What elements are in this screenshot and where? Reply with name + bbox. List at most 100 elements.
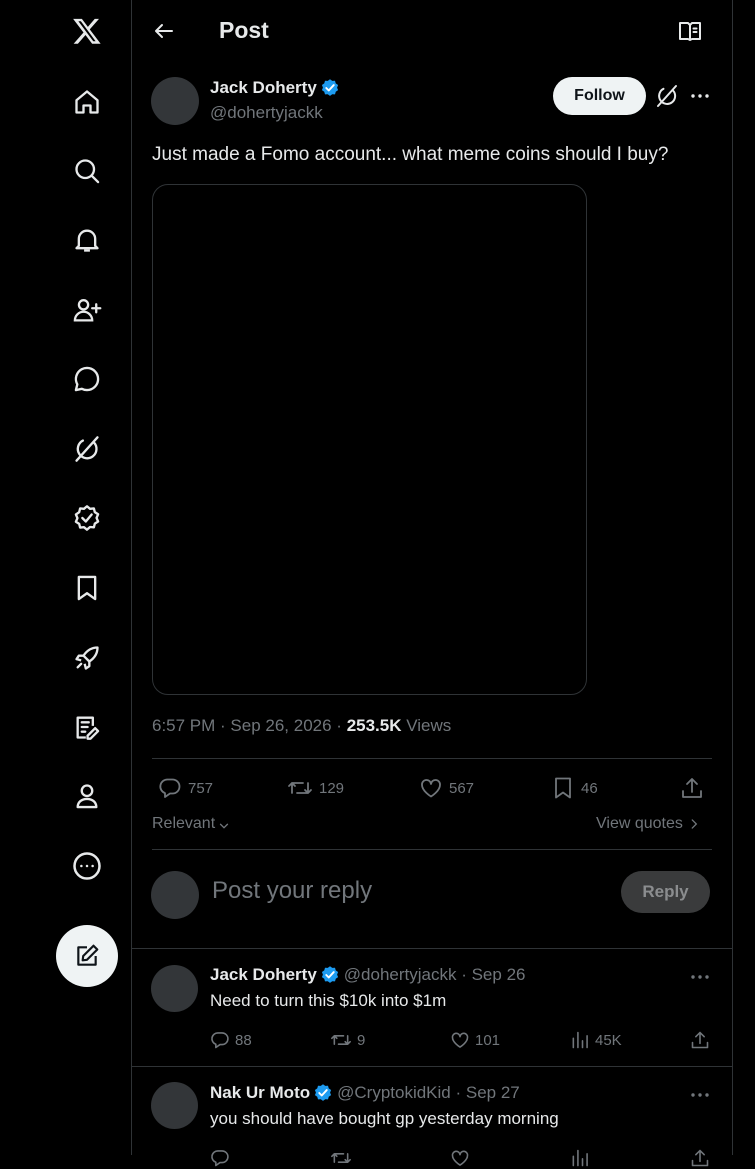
reader-mode-icon[interactable]	[678, 19, 702, 43]
bookmark-count: 46	[581, 779, 598, 797]
post-column: Post Jack Doherty @dohertyjackk Follow J…	[131, 0, 733, 1167]
view-quotes-label: View quotes	[596, 815, 683, 832]
repost-stat-button[interactable]	[330, 1147, 357, 1169]
home-icon[interactable]	[71, 86, 103, 118]
sidebar-nav	[0, 0, 131, 1155]
sort-label: Relevant	[152, 815, 216, 832]
rocket-icon[interactable]	[71, 642, 103, 674]
author-row: Jack Doherty	[210, 78, 340, 98]
divider	[152, 849, 712, 850]
verified-icon	[320, 78, 340, 98]
repost-icon	[288, 782, 312, 794]
back-arrow-icon[interactable]	[152, 19, 176, 43]
like-count: 567	[449, 779, 475, 797]
heart-icon	[421, 779, 441, 798]
bookmark-icon	[555, 777, 571, 799]
like-count: 101	[475, 1031, 501, 1049]
analytics-icon	[572, 1031, 588, 1049]
reply-author-name[interactable]: Jack Doherty	[210, 965, 317, 985]
more-icon[interactable]	[688, 84, 712, 108]
views-label: Views	[406, 716, 452, 735]
more-options-icon[interactable]	[71, 850, 103, 882]
repost-stat-button[interactable]: 129	[287, 776, 344, 800]
reply-header: Nak Ur Moto @CryptokidKid · Sep 27	[210, 1083, 520, 1103]
reply-stat-button[interactable]: 757	[158, 776, 213, 800]
reply-avatar[interactable]	[151, 965, 198, 1012]
post-date[interactable]: Sep 26, 2026	[230, 716, 331, 735]
author-name[interactable]: Jack Doherty	[210, 78, 317, 98]
like-stat-button[interactable]: 101	[450, 1029, 500, 1051]
divider	[132, 1066, 732, 1067]
reply-date[interactable]: Sep 27	[466, 1083, 520, 1103]
share-button[interactable]	[690, 1147, 715, 1169]
repost-stat-button[interactable]: 9	[330, 1029, 365, 1051]
page-title: Post	[219, 17, 269, 43]
share-icon	[691, 1031, 709, 1049]
reply-header: Jack Doherty @dohertyjackk · Sep 26	[210, 965, 526, 985]
reply-count: 88	[235, 1031, 252, 1049]
grok-icon[interactable]	[655, 84, 679, 108]
follow-button[interactable]: Follow	[553, 77, 646, 115]
like-stat-button[interactable]: 567	[419, 776, 474, 800]
view-quotes-link[interactable]: View quotes	[596, 815, 701, 833]
verified-orgs-icon[interactable]	[71, 502, 103, 534]
post-time[interactable]: 6:57 PM	[152, 716, 215, 735]
more-icon[interactable]	[688, 965, 712, 989]
bookmarks-icon[interactable]	[71, 572, 103, 604]
author-avatar[interactable]	[151, 77, 199, 125]
share-icon	[691, 1149, 709, 1167]
repost-icon	[331, 1153, 351, 1163]
post-text: Just made a Fomo account... what meme co…	[152, 144, 669, 165]
user-avatar[interactable]	[151, 871, 199, 919]
follow-icon[interactable]	[71, 294, 103, 326]
post-media[interactable]	[152, 184, 587, 695]
reply-button[interactable]: Reply	[621, 871, 710, 913]
lists-icon[interactable]	[71, 711, 103, 743]
reply-stat-button[interactable]	[210, 1147, 235, 1169]
reply-author-handle[interactable]: @CryptokidKid	[337, 1083, 451, 1103]
repost-icon	[331, 1035, 351, 1045]
like-stat-button[interactable]	[450, 1147, 475, 1169]
page-header: Post	[132, 0, 732, 62]
reply-input[interactable]: Post your reply	[212, 877, 372, 905]
x-logo-icon[interactable]	[71, 15, 103, 47]
repost-count: 9	[357, 1031, 366, 1049]
notifications-icon[interactable]	[71, 224, 103, 256]
reply-icon	[211, 1150, 229, 1167]
share-button[interactable]	[680, 776, 710, 800]
heart-icon	[451, 1032, 469, 1048]
compose-icon	[77, 944, 99, 966]
messages-icon[interactable]	[71, 363, 103, 395]
search-icon[interactable]	[71, 155, 103, 187]
reply-author-handle[interactable]: @dohertyjackk	[344, 965, 457, 985]
verified-icon	[313, 1083, 333, 1103]
more-icon[interactable]	[688, 1083, 712, 1107]
views-stat-button[interactable]	[570, 1147, 595, 1169]
chevron-right-icon	[691, 819, 698, 829]
share-button[interactable]	[690, 1029, 715, 1051]
reply-icon	[159, 778, 181, 798]
heart-icon	[451, 1150, 469, 1166]
reply-author-name[interactable]: Nak Ur Moto	[210, 1083, 310, 1103]
reply-text: you should have bought gp yesterday morn…	[210, 1109, 559, 1128]
reply-stat-button[interactable]: 88	[210, 1029, 252, 1051]
reply-avatar[interactable]	[151, 1082, 198, 1129]
profile-icon[interactable]	[71, 780, 103, 812]
reply-date[interactable]: Sep 26	[472, 965, 526, 985]
compose-post-button[interactable]	[56, 925, 118, 987]
reply-count: 757	[188, 779, 214, 797]
share-icon	[682, 778, 702, 798]
verified-icon	[320, 965, 340, 985]
divider	[132, 948, 732, 949]
chevron-down-icon	[220, 823, 229, 829]
views-count: 253.5K	[346, 716, 402, 735]
author-handle[interactable]: @dohertyjackk	[210, 103, 323, 123]
sort-dropdown[interactable]: Relevant	[152, 815, 231, 833]
reply-text: Need to turn this $10k into $1m	[210, 991, 447, 1010]
views-stat-button[interactable]: 45K	[570, 1029, 622, 1051]
reply-icon	[211, 1032, 229, 1049]
post-meta: 6:57 PM · Sep 26, 2026 · 253.5K Views	[152, 716, 452, 735]
grok-icon[interactable]	[71, 433, 103, 465]
bookmark-stat-button[interactable]: 46	[551, 776, 598, 800]
analytics-icon	[572, 1149, 588, 1167]
